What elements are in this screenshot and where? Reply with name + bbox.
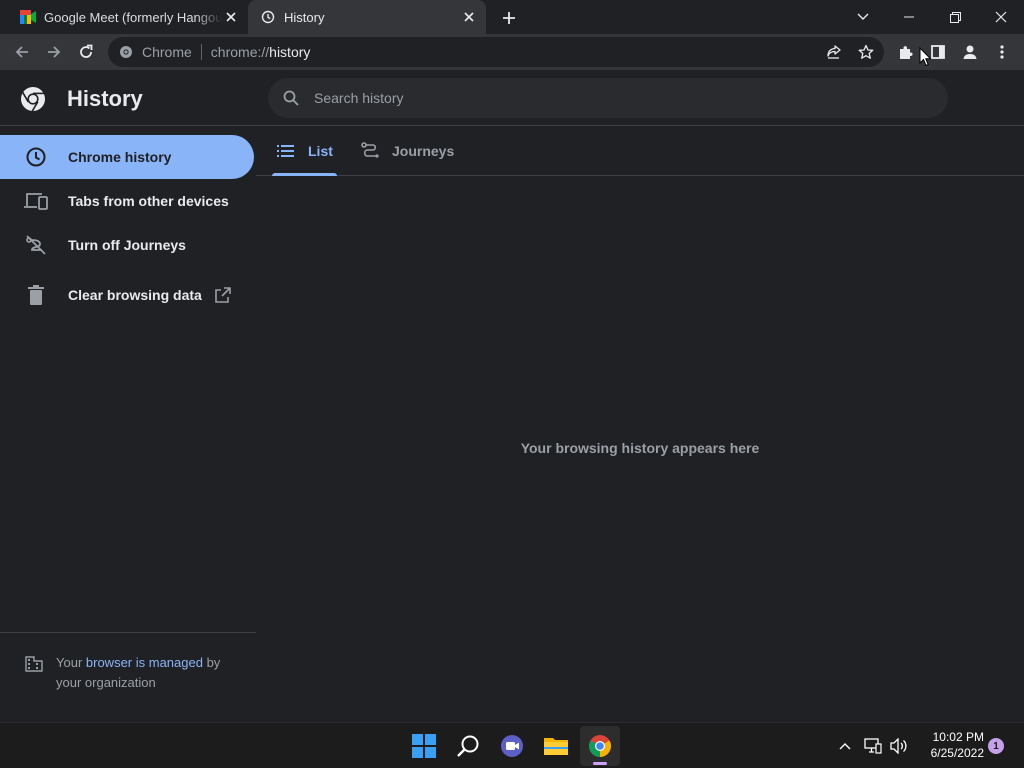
- url-scheme: chrome://: [210, 44, 270, 60]
- sidebar-item-label: Chrome history: [68, 149, 172, 165]
- chevron-up-icon[interactable]: [834, 723, 856, 768]
- search-input[interactable]: [314, 90, 914, 106]
- sidebar-item-clear-browsing-data[interactable]: Clear browsing data: [0, 273, 254, 317]
- history-tabs: List Journeys: [256, 127, 1024, 176]
- new-tab-button[interactable]: [499, 8, 519, 28]
- google-meet-icon: [20, 9, 36, 25]
- sidebar-item-turn-off-journeys[interactable]: Turn off Journeys: [0, 223, 254, 267]
- empty-history-message: Your browsing history appears here: [520, 440, 760, 456]
- tab-list[interactable]: List: [272, 127, 337, 176]
- chrome-logo-icon: [20, 86, 46, 112]
- clock-date: 6/25/2022: [930, 746, 984, 760]
- active-app-indicator: [593, 762, 607, 765]
- tab-label: Journeys: [392, 143, 455, 159]
- history-page: History Chrome history Tabs from other d…: [0, 70, 1024, 722]
- sidebar-item-chrome-history[interactable]: Chrome history: [0, 135, 254, 179]
- omnibox-separator: [200, 44, 202, 60]
- taskbar-search-icon[interactable]: [448, 726, 488, 766]
- volume-icon[interactable]: [888, 723, 910, 768]
- back-button[interactable]: [8, 38, 36, 66]
- extensions-puzzle-icon[interactable]: [892, 38, 920, 66]
- list-icon: [276, 141, 296, 161]
- menu-kebab-icon[interactable]: [988, 38, 1016, 66]
- sidebar-item-tabs-other-devices[interactable]: Tabs from other devices: [0, 179, 254, 223]
- tab-search-button[interactable]: [840, 0, 886, 34]
- toolbar: Chrome chrome:// history: [0, 34, 1024, 70]
- journeys-off-icon: [24, 233, 48, 257]
- page-title: History: [67, 86, 143, 111]
- external-link-icon: [214, 286, 232, 304]
- page-header: History: [0, 70, 1024, 126]
- sidebar: Chrome history Tabs from other devices T…: [0, 127, 256, 722]
- managed-text: Your browser is managed by your organizat…: [56, 655, 221, 690]
- sidebar-divider: [0, 632, 256, 633]
- file-explorer-icon[interactable]: [536, 726, 576, 766]
- address-bar[interactable]: Chrome chrome:// history: [108, 37, 884, 67]
- minimize-button[interactable]: [886, 0, 932, 34]
- search-icon: [282, 89, 300, 107]
- browser-managed-link[interactable]: browser is managed: [86, 655, 203, 670]
- clock-icon: [24, 145, 48, 169]
- close-window-button[interactable]: [978, 0, 1024, 34]
- close-icon[interactable]: [460, 8, 478, 26]
- url-host: history: [269, 44, 311, 60]
- tab-google-meet[interactable]: Google Meet (formerly Hangouts): [8, 0, 248, 34]
- journeys-icon: [360, 141, 380, 161]
- tab-strip: Google Meet (formerly Hangouts) History: [0, 0, 1024, 34]
- network-icon[interactable]: [862, 723, 884, 768]
- taskbar-clock[interactable]: 10:02 PM 6/25/2022: [912, 729, 984, 761]
- tab-title: Google Meet (formerly Hangouts): [44, 9, 222, 25]
- site-name: Chrome: [142, 44, 192, 60]
- restore-button[interactable]: [932, 0, 978, 34]
- chrome-icon: [118, 44, 134, 60]
- history-clock-icon: [260, 9, 276, 25]
- mouse-cursor-icon: [919, 46, 932, 72]
- building-icon: [24, 654, 44, 674]
- forward-button[interactable]: [40, 38, 68, 66]
- sidebar-item-label: Clear browsing data: [68, 287, 202, 303]
- share-icon[interactable]: [820, 38, 848, 66]
- clock-time: 10:02 PM: [932, 730, 984, 744]
- profile-avatar-icon[interactable]: [956, 38, 984, 66]
- teams-chat-icon[interactable]: [492, 726, 532, 766]
- trash-icon: [24, 283, 48, 307]
- chrome-taskbar-icon[interactable]: [580, 726, 620, 766]
- tab-title: History: [284, 9, 325, 25]
- reload-button[interactable]: [72, 38, 100, 66]
- sidebar-item-label: Tabs from other devices: [68, 193, 229, 209]
- close-icon[interactable]: [222, 8, 240, 26]
- managed-notice: Your browser is managed by your organizat…: [24, 653, 244, 693]
- active-tab-indicator: [272, 173, 337, 176]
- tab-history[interactable]: History: [248, 0, 486, 34]
- notification-badge[interactable]: 1: [988, 738, 1004, 754]
- bookmark-star-icon[interactable]: [852, 38, 880, 66]
- sidebar-item-label: Turn off Journeys: [68, 237, 186, 253]
- windows-taskbar: 10:02 PM 6/25/2022 1: [0, 722, 1024, 768]
- tab-label: List: [308, 143, 333, 159]
- search-box[interactable]: [268, 78, 948, 118]
- tab-journeys[interactable]: Journeys: [360, 127, 454, 175]
- start-windows-icon[interactable]: [404, 726, 444, 766]
- devices-icon: [24, 189, 48, 213]
